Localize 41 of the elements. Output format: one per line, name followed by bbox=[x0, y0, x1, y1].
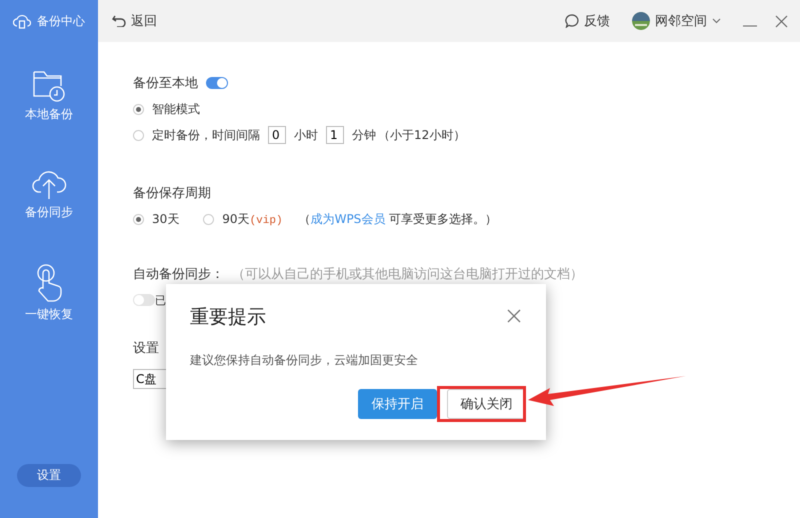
hint-text: （成为WPS会员 可享受更多选择。） bbox=[298, 210, 498, 228]
undo-icon bbox=[112, 15, 126, 27]
toggle-label: 已 bbox=[155, 292, 166, 308]
cloud-icon bbox=[13, 13, 31, 29]
section-title: 备份至本地 bbox=[133, 75, 198, 92]
hint-text: （可以从自己的手机或其他电脑访问这台电脑打开过的文档） bbox=[232, 266, 583, 283]
section-title: 备份保存周期 bbox=[133, 185, 211, 202]
radio-button[interactable] bbox=[133, 214, 144, 224]
settings-button[interactable]: 设置 bbox=[17, 464, 81, 487]
radio-label: 30天 bbox=[152, 210, 180, 228]
close-icon bbox=[507, 309, 521, 323]
app-title: 备份中心 bbox=[37, 12, 85, 30]
radio-button[interactable] bbox=[203, 214, 214, 224]
confirm-close-button[interactable]: 确认关闭 bbox=[447, 389, 526, 419]
chat-bubble-icon bbox=[565, 14, 579, 28]
radio-label: 90天(vip) bbox=[222, 210, 283, 228]
radio-label: 定时备份，时间间隔 bbox=[152, 126, 260, 144]
avatar-icon bbox=[632, 12, 650, 30]
sidebar-item[interactable]: 本地备份 bbox=[0, 64, 98, 158]
close-button[interactable] bbox=[506, 309, 522, 325]
dialog-title: 重要提示 bbox=[190, 305, 266, 330]
chevron-down-icon bbox=[712, 18, 721, 24]
unit-label: 小时 bbox=[294, 126, 318, 144]
unit-label: 分钟 bbox=[352, 126, 376, 144]
user-menu[interactable]: 网邻空间 bbox=[632, 12, 721, 30]
section-title: 设置 bbox=[133, 340, 159, 357]
section-title: 自动备份同步： bbox=[133, 266, 224, 283]
sidebar-item[interactable]: 备份同步 bbox=[0, 162, 98, 256]
hint-text: （小于12小时） bbox=[378, 126, 466, 144]
feedback-button[interactable]: 反馈 bbox=[565, 12, 610, 30]
radio-button[interactable] bbox=[133, 130, 144, 140]
toggle-switch[interactable] bbox=[206, 77, 228, 89]
radio-button[interactable] bbox=[133, 104, 144, 114]
toggle-switch[interactable] bbox=[133, 294, 155, 306]
dialog-message: 建议您保持自动备份同步，云端加固更安全 bbox=[190, 352, 419, 369]
close-icon[interactable] bbox=[775, 14, 788, 28]
minutes-field[interactable]: 1 bbox=[326, 126, 344, 144]
radio-label: 智能模式 bbox=[152, 100, 200, 118]
sidebar-item[interactable]: 一键恢复 bbox=[0, 260, 98, 354]
back-button[interactable]: 返回 bbox=[112, 12, 157, 30]
hours-field[interactable]: 0 bbox=[268, 126, 286, 144]
